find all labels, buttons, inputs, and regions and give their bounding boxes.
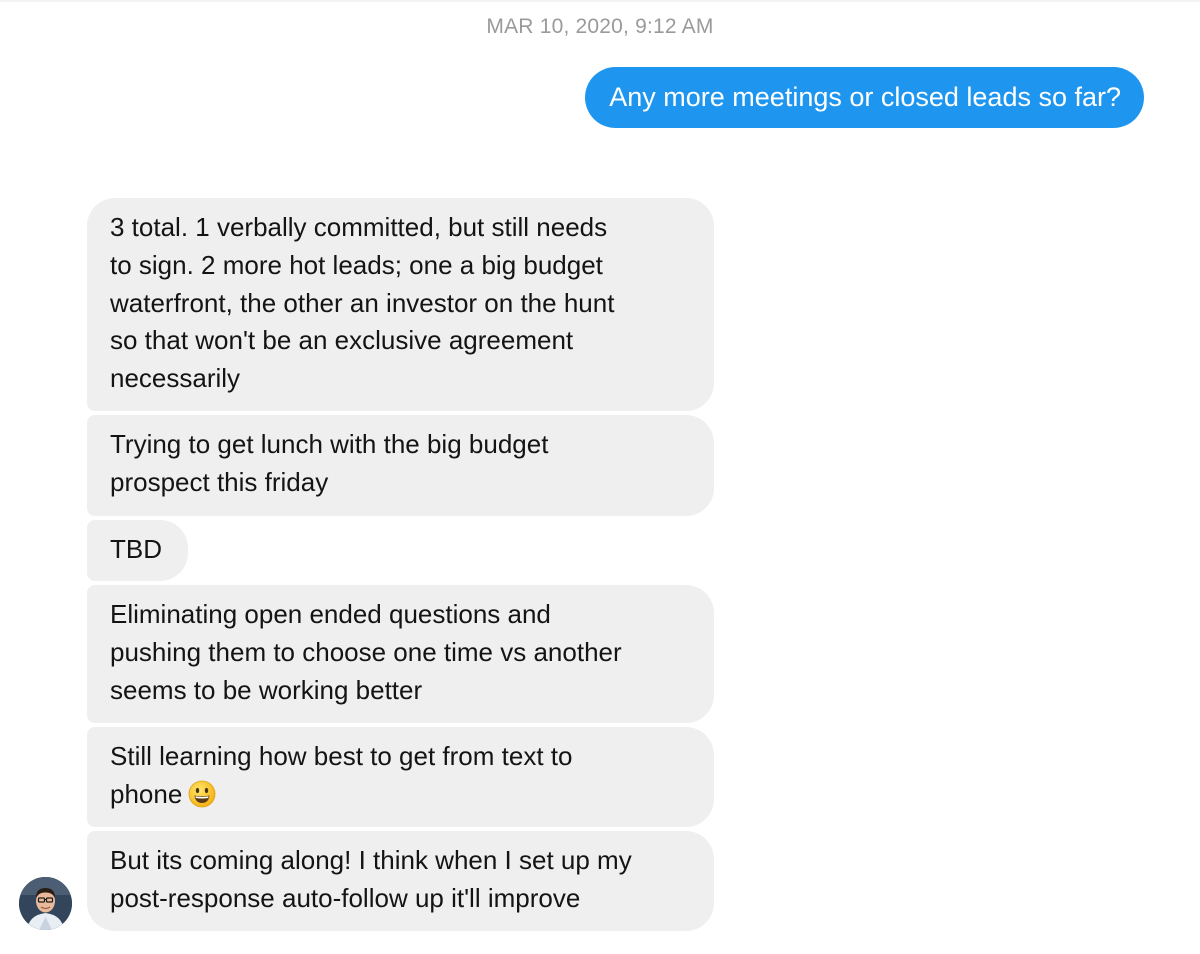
user-avatar-icon [19, 877, 72, 930]
outgoing-message-bubble[interactable]: Any more meetings or closed leads so far… [585, 67, 1144, 128]
incoming-message-bubble[interactable]: 3 total. 1 verbally committed, but still… [87, 198, 714, 411]
incoming-message-bubble[interactable]: Trying to get lunch with the big budget … [87, 415, 714, 516]
message-timestamp: MAR 10, 2020, 9:12 AM [486, 15, 714, 38]
incoming-message-bubble[interactable]: Eliminating open ended questions and pus… [87, 585, 714, 723]
grinning-face-emoji-icon [188, 780, 216, 808]
incoming-message-bubble[interactable]: TBD [87, 520, 188, 581]
incoming-message-bubble[interactable]: Still learning how best to get from text… [87, 727, 714, 827]
sender-avatar[interactable] [19, 877, 72, 930]
incoming-message-bubble[interactable]: But its coming along! I think when I set… [87, 831, 714, 931]
top-divider [0, 0, 1200, 2]
incoming-message-text: Still learning how best to get from text… [110, 741, 573, 809]
